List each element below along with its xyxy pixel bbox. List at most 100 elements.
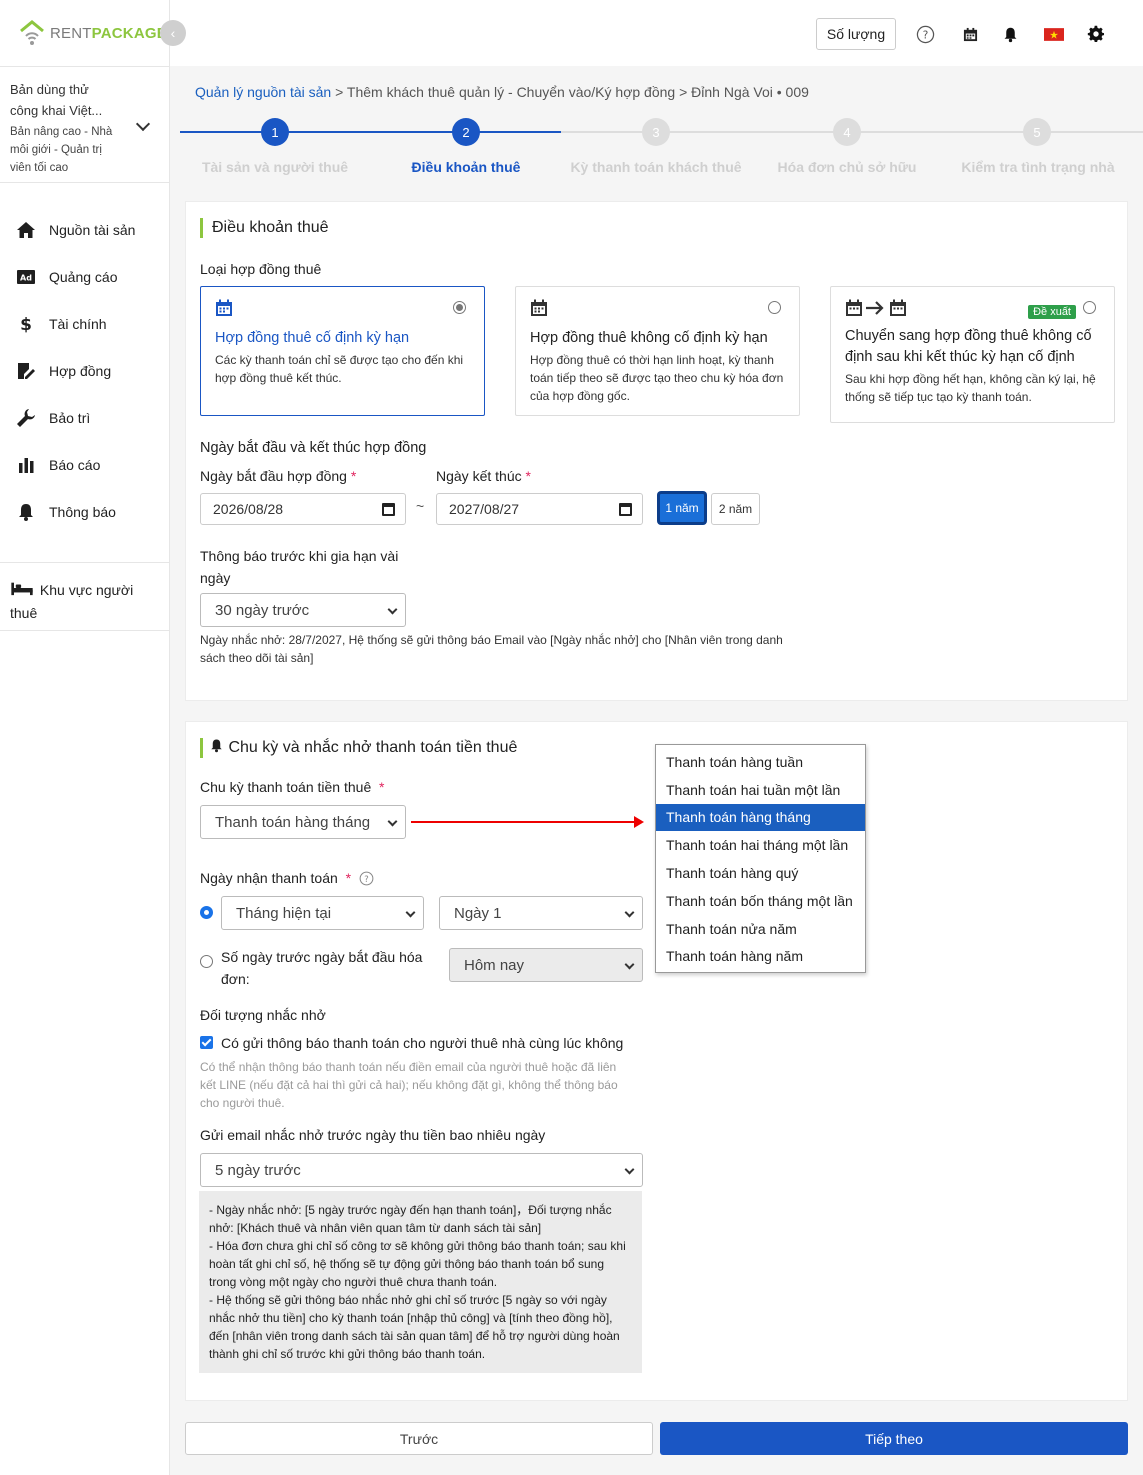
- settings-gear-icon[interactable]: [1086, 24, 1106, 44]
- days-before-radio[interactable]: [200, 955, 213, 968]
- sidebar-item-label: Bảo trì: [49, 409, 91, 426]
- contract-option-title: Hợp đồng thuê cố định kỳ hạn: [215, 330, 410, 346]
- chevron-down-icon: [624, 959, 635, 970]
- notify-tenant-checkbox[interactable]: [200, 1036, 213, 1049]
- step-4-circle[interactable]: 4: [833, 118, 861, 146]
- dropdown-option[interactable]: Thanh toán hàng tuần: [656, 748, 865, 776]
- sidebar-collapse-button[interactable]: ‹: [160, 20, 186, 46]
- days-before-select[interactable]: Hôm nay: [449, 948, 643, 982]
- svg-text:?: ?: [364, 874, 368, 884]
- notify-tenant-hint: Có thể nhận thông báo thanh toán nếu điề…: [200, 1060, 618, 1110]
- step-3-circle[interactable]: 3: [642, 118, 670, 146]
- dropdown-option[interactable]: Thanh toán bốn tháng một lần: [656, 887, 865, 915]
- payment-month-select[interactable]: Tháng hiện tại: [221, 896, 424, 930]
- calendar-to-calendar-icon: [845, 299, 911, 320]
- wrench-icon: [16, 408, 36, 428]
- contract-option-convert[interactable]: Đề xuất Chuyển sang hợp đồng thuê không …: [830, 286, 1115, 423]
- contract-option-title: Chuyển sang hợp đồng thuê không cố định …: [845, 328, 1092, 365]
- end-date-value: 2027/08/27: [449, 501, 520, 517]
- contract-icon: [16, 361, 36, 381]
- logo-rent-text: RENT: [50, 24, 92, 42]
- recommended-badge: Đề xuất: [1028, 305, 1076, 319]
- duration-1-year-button[interactable]: 1 năm: [658, 492, 706, 524]
- sidebar-item-tenant-area[interactable]: Khu vực người thuê: [0, 562, 170, 631]
- chevron-down-icon: [405, 907, 416, 918]
- email-reminder-value: 5 ngày trước: [215, 1161, 301, 1179]
- days-before-label: Số ngày trước ngày bắt đầu hóa đơn:: [221, 949, 423, 987]
- payment-cycle-select[interactable]: Thanh toán hàng tháng: [200, 805, 406, 839]
- home-icon: [16, 220, 36, 240]
- end-date-label: Ngày kết thúc *: [436, 468, 531, 484]
- info-line: - Hóa đơn chưa ghi chỉ số công tơ sẽ khô…: [209, 1239, 626, 1289]
- contract-option-desc: Sau khi hợp đồng hết hạn, không cần ký l…: [845, 372, 1096, 404]
- dropdown-option-selected[interactable]: Thanh toán hàng tháng: [656, 803, 865, 832]
- step-5-circle[interactable]: 5: [1023, 118, 1051, 146]
- previous-button[interactable]: Trước: [185, 1422, 653, 1455]
- required-marker: *: [379, 779, 385, 795]
- step-2-circle[interactable]: 2: [452, 118, 480, 146]
- sidebar-item-label: Báo cáo: [49, 456, 101, 473]
- plan-title: Bản dùng thử công khai Việt...: [10, 82, 103, 118]
- sidebar-item-label: Thông báo: [49, 503, 116, 520]
- calendar-icon[interactable]: [960, 24, 980, 44]
- dropdown-option[interactable]: Thanh toán hàng năm: [656, 943, 865, 971]
- bed-icon: [10, 580, 36, 602]
- vietnam-flag-icon[interactable]: [1043, 24, 1065, 44]
- sidebar-item-ads[interactable]: Ad Quảng cáo: [0, 253, 170, 300]
- end-date-input[interactable]: 2027/08/27: [436, 493, 643, 525]
- dropdown-option[interactable]: Thanh toán nửa năm: [656, 915, 865, 943]
- date-picker-icon[interactable]: [619, 503, 632, 516]
- reminder-info-box: - Ngày nhắc nhở: [5 ngày trước ngày đến …: [199, 1191, 642, 1373]
- required-marker: *: [350, 468, 357, 484]
- breadcrumb-root-link[interactable]: Quản lý nguồn tài sản: [195, 84, 331, 100]
- sidebar-item-maintenance[interactable]: Bảo trì: [0, 394, 170, 441]
- payment-day-select[interactable]: Ngày 1: [439, 896, 643, 930]
- dropdown-option[interactable]: Thanh toán hai tuần một lần: [656, 776, 865, 804]
- duration-2-years-button[interactable]: 2 năm: [711, 493, 760, 525]
- sidebar-item-assets[interactable]: Nguồn tài sản: [0, 206, 170, 253]
- logo[interactable]: RENTPACKAGE: [18, 18, 167, 48]
- breadcrumb: Quản lý nguồn tài sản > Thêm khách thuê …: [195, 84, 809, 100]
- plan-selector[interactable]: Bản dùng thử công khai Việt... Bản nâng …: [0, 66, 170, 183]
- payment-cycle-label: Chu kỳ thanh toán tiền thuê *: [200, 779, 384, 795]
- sidebar-item-reports[interactable]: Báo cáo: [0, 441, 170, 488]
- dropdown-option[interactable]: Thanh toán hàng quý: [656, 859, 865, 887]
- bar-chart-icon: [16, 455, 36, 475]
- start-date-label: Ngày bắt đầu hợp đồng *: [200, 468, 356, 484]
- dropdown-option[interactable]: Thanh toán hai tháng một lần: [656, 831, 865, 859]
- help-icon[interactable]: ?: [915, 24, 935, 44]
- payment-day-label-text: Ngày nhận thanh toán: [200, 870, 338, 886]
- payment-day-label: Ngày nhận thanh toán * ?: [200, 870, 374, 886]
- payment-month-value: Tháng hiện tại: [236, 904, 332, 922]
- contract-option-fixed[interactable]: Hợp đồng thuê cố định kỳ hạn Các kỳ than…: [200, 286, 485, 416]
- info-line: - Hệ thống sẽ gửi thông báo nhắc nhở ghi…: [209, 1293, 620, 1361]
- sidebar-item-finance[interactable]: $ Tài chính: [0, 300, 170, 347]
- help-icon[interactable]: ?: [359, 871, 374, 886]
- date-picker-icon[interactable]: [382, 503, 395, 516]
- contract-option-fixed-radio[interactable]: [453, 301, 466, 314]
- contract-option-convert-radio[interactable]: [1083, 301, 1096, 314]
- ad-icon: Ad: [16, 267, 36, 287]
- reminder-target-label: Đối tượng nhắc nhở: [200, 1007, 326, 1023]
- start-date-input[interactable]: 2026/08/28: [200, 493, 406, 525]
- contract-option-open[interactable]: Hợp đồng thuê không cố định kỳ hạn Hợp đ…: [515, 286, 800, 416]
- payment-cycle-title-text: Chu kỳ và nhắc nhở thanh toán tiền thuê: [228, 739, 518, 756]
- email-reminder-select[interactable]: 5 ngày trước: [200, 1153, 643, 1187]
- days-before-value: Hôm nay: [464, 956, 525, 974]
- renewal-notice-select[interactable]: 30 ngày trước: [200, 593, 406, 627]
- lease-terms-title: Điều khoản thuê: [200, 218, 329, 238]
- quantity-button[interactable]: Số lượng: [816, 18, 896, 50]
- sidebar-item-notifications[interactable]: Thông báo: [0, 488, 170, 535]
- renewal-notice-label: Thông báo trước khi gia hạn vài ngày: [200, 548, 399, 586]
- payment-day-month-radio[interactable]: [200, 906, 213, 919]
- step-1-circle[interactable]: 1: [261, 118, 289, 146]
- next-button[interactable]: Tiếp theo: [660, 1422, 1128, 1455]
- chevron-down-icon: [387, 604, 398, 615]
- contract-option-open-radio[interactable]: [768, 301, 781, 314]
- payment-cycle-value: Thanh toán hàng tháng: [215, 813, 371, 831]
- step-4-label: Hóa đơn chủ sở hữu: [777, 159, 917, 175]
- notify-tenant-label: Có gửi thông báo thanh toán cho người th…: [221, 1035, 624, 1051]
- notification-bell-icon[interactable]: [1000, 24, 1020, 44]
- logo-wifi-house-icon: [20, 20, 44, 45]
- sidebar-item-contracts[interactable]: Hợp đồng: [0, 347, 170, 394]
